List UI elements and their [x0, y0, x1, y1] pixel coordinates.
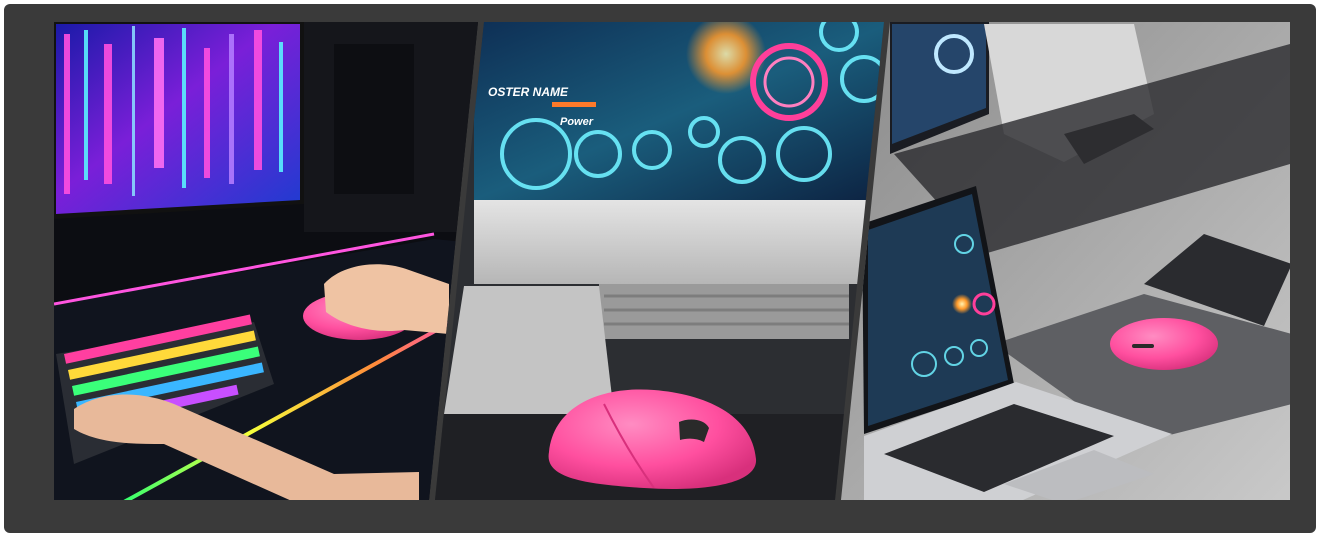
- monitor-neon-city-screen: [56, 24, 300, 214]
- monitor-chin: [474, 200, 884, 284]
- left-photo-gaming-setup: [54, 22, 478, 500]
- right-photo-laptop-desk: [841, 22, 1290, 500]
- middle-photo-monitor-mouse: OSTER NAME Power: [435, 22, 884, 500]
- pink-mouse-right: [1110, 318, 1218, 370]
- monitor-stand: [444, 286, 614, 414]
- photo-collage-frame: OSTER NAME Power: [4, 4, 1316, 533]
- power-label: Power: [560, 116, 594, 128]
- collage-svg: OSTER NAME Power: [54, 22, 1290, 500]
- monitor-name-label: OSTER NAME: [488, 85, 569, 99]
